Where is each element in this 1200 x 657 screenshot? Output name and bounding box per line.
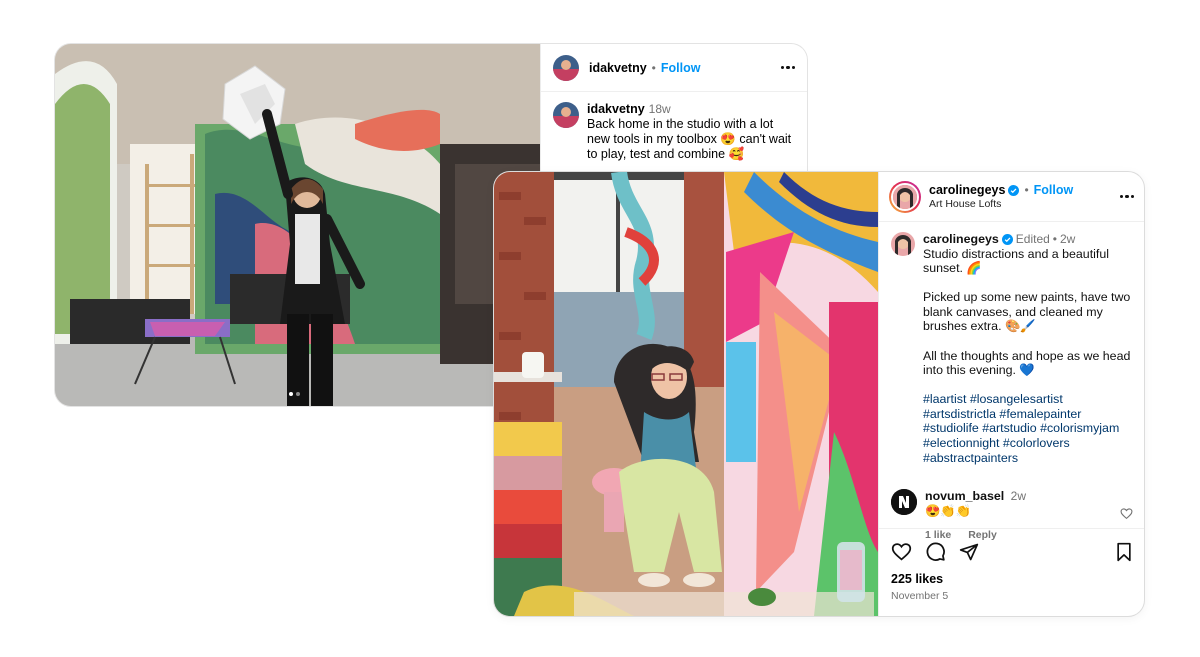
likes-count[interactable]: 225 likes — [891, 572, 1133, 586]
caption-username[interactable]: idakvetny — [587, 102, 645, 116]
heart-icon[interactable] — [1120, 507, 1133, 520]
caption: carolinegeys Edited • 2w Studio distract… — [891, 232, 1133, 465]
comment-text: 😍👏👏 — [925, 503, 972, 518]
comment-time: 2w — [1010, 489, 1026, 504]
heart-icon[interactable] — [891, 541, 912, 562]
username[interactable]: idakvetny — [589, 61, 647, 75]
comments-panel: carolinegeys Edited • 2w Studio distract… — [879, 222, 1144, 541]
comment-icon[interactable] — [925, 541, 946, 562]
avatar[interactable] — [553, 54, 579, 81]
post-header: idakvetny • Follow — [541, 44, 807, 92]
location-link[interactable]: Art House Lofts — [929, 198, 1073, 210]
separator-dot: • — [1052, 232, 1057, 246]
post-actions: 225 likes November 5 — [879, 528, 1144, 602]
post-photo-painter[interactable] — [494, 172, 878, 616]
share-icon[interactable] — [959, 542, 979, 562]
header-text: carolinegeys • Follow Art House Lofts — [929, 183, 1073, 210]
caption-username[interactable]: carolinegeys — [923, 232, 999, 247]
username[interactable]: carolinegeys — [929, 183, 1005, 197]
comment-username[interactable]: novum_basel — [925, 489, 1004, 503]
post-card-carolinegeys: carolinegeys • Follow Art House Lofts ca… — [494, 172, 1144, 616]
separator-dot: • — [1024, 183, 1029, 197]
caption-text-block: carolinegeys Edited • 2w Studio distract… — [923, 232, 1133, 465]
caption-paragraph-3: All the thoughts and hope as we head int… — [923, 348, 1131, 378]
post-sidebar: carolinegeys • Follow Art House Lofts ca… — [878, 172, 1144, 616]
more-icon[interactable] — [1119, 194, 1134, 199]
carousel-indicator — [289, 392, 300, 396]
avatar[interactable] — [891, 232, 915, 256]
carousel-dot-active — [289, 392, 293, 396]
hashtags[interactable]: #laartist #losangelesartist #artsdistric… — [923, 392, 1133, 465]
edited-label: Edited — [1015, 232, 1050, 246]
caption-text: Back home in the studio with a lot new t… — [587, 117, 792, 161]
separator-dot: • — [651, 60, 656, 75]
caption-text-block: idakvetny 18w Back home in the studio wit… — [587, 102, 795, 162]
avatar[interactable] — [553, 102, 579, 128]
verified-icon — [1001, 233, 1013, 245]
caption-time: 18w — [648, 102, 671, 116]
caption-paragraph-2: Picked up some new paints, have two blan… — [923, 290, 1131, 334]
follow-button[interactable]: Follow — [661, 61, 701, 75]
verified-icon — [1008, 184, 1020, 196]
follow-button[interactable]: Follow — [1034, 183, 1074, 197]
caption-time: 2w — [1060, 232, 1076, 246]
post-caption: idakvetny 18w Back home in the studio wit… — [541, 92, 807, 172]
avatar[interactable] — [891, 489, 917, 516]
story-ring-avatar[interactable] — [889, 180, 921, 213]
caption-paragraph-1: Studio distractions and a beautiful suns… — [923, 246, 1109, 276]
more-icon[interactable] — [780, 65, 795, 70]
post-header: carolinegeys • Follow Art House Lofts — [879, 172, 1144, 222]
post-date: November 5 — [891, 590, 949, 602]
post-photo-studio[interactable] — [55, 44, 540, 406]
bookmark-icon[interactable] — [1115, 542, 1133, 562]
carousel-dot — [296, 392, 300, 396]
